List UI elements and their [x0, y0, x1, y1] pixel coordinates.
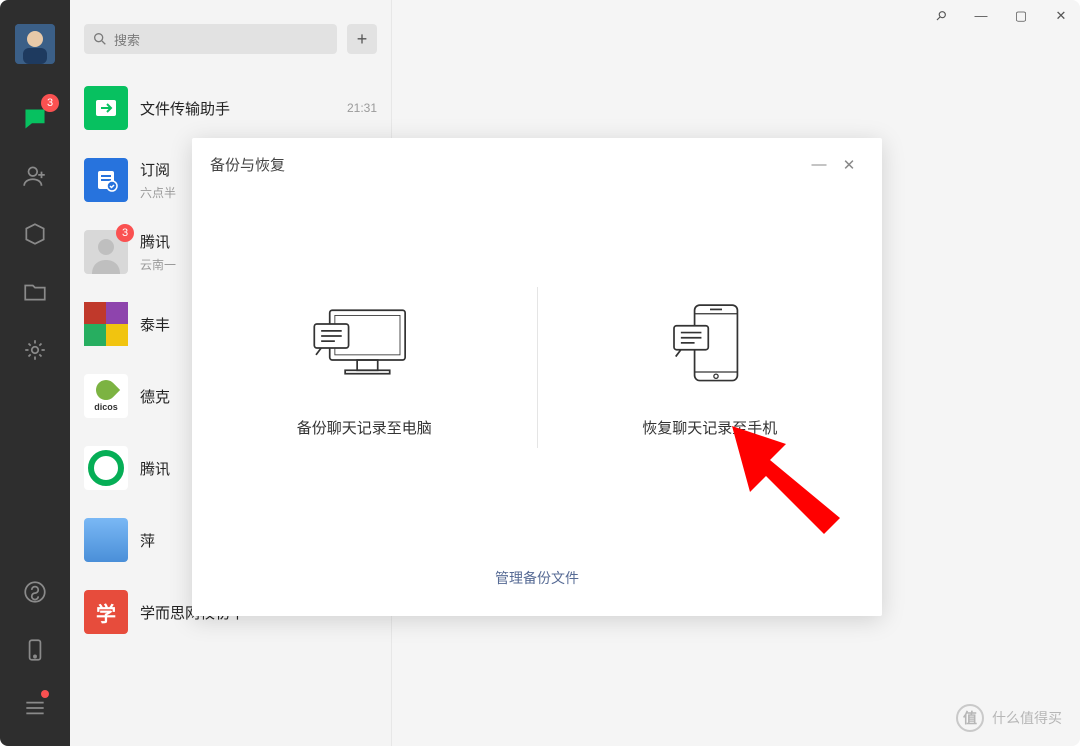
nav-chat-badge: 3 [41, 94, 59, 112]
watermark-text: 什么值得买 [992, 708, 1062, 728]
computer-icon [304, 297, 424, 389]
nav-phone[interactable] [15, 630, 55, 670]
nav-chat[interactable]: 3 [15, 98, 55, 138]
modal-title: 备份与恢复 [210, 154, 285, 175]
chat-avatar-subscription-icon [84, 158, 128, 202]
chat-avatar-file-transfer-icon [84, 86, 128, 130]
chat-time: 21:31 [347, 101, 377, 115]
chat-badge: 3 [116, 224, 134, 242]
backup-restore-modal: 备份与恢复 — ✕ 备份聊天记录至电脑 恢复聊天记录至手机 管理备份文件 [192, 138, 882, 616]
chat-item[interactable]: 文件传输助手 21:31 [70, 72, 391, 144]
modal-header: 备份与恢复 — ✕ [192, 138, 882, 191]
chat-avatar-ring-icon [84, 446, 128, 490]
chat-avatar-default-icon: 3 [84, 230, 128, 274]
chat-avatar-photo-icon [84, 518, 128, 562]
backup-to-computer-option[interactable]: 备份聊天记录至电脑 [192, 287, 538, 448]
modal-footer: 管理备份文件 [192, 544, 882, 616]
watermark-logo-icon: 值 [956, 704, 984, 732]
phone-icon [650, 297, 770, 389]
restore-to-phone-option[interactable]: 恢复聊天记录至手机 [538, 287, 883, 448]
window-close-button[interactable]: ✕ [1052, 8, 1070, 24]
app-window: 3 搜索 + [0, 0, 1080, 746]
chat-title: 文件传输助手 [140, 98, 327, 119]
add-button[interactable]: + [347, 24, 377, 54]
window-minimize-button[interactable]: — [972, 8, 990, 24]
nav-more[interactable] [15, 688, 55, 728]
nav-moments[interactable] [15, 330, 55, 370]
nav-favorites[interactable] [15, 214, 55, 254]
nav-miniprogram[interactable] [15, 572, 55, 612]
window-controls: ⚲ — ▢ ✕ [932, 8, 1070, 24]
search-icon [92, 31, 108, 47]
modal-minimize-button[interactable]: — [804, 156, 834, 173]
chat-avatar-xueersi-icon: 学 [84, 590, 128, 634]
manage-backup-link[interactable]: 管理备份文件 [495, 570, 579, 586]
search-input[interactable]: 搜索 [84, 24, 337, 54]
window-maximize-button[interactable]: ▢ [1012, 8, 1030, 24]
chat-avatar-group-icon [84, 302, 128, 346]
chat-avatar-dicos-icon: dicos [84, 374, 128, 418]
backup-label: 备份聊天记录至电脑 [297, 417, 432, 438]
search-row: 搜索 + [70, 0, 391, 72]
nav-files[interactable] [15, 272, 55, 312]
modal-close-button[interactable]: ✕ [834, 156, 864, 174]
watermark: 值 什么值得买 [956, 704, 1062, 732]
nav-contacts[interactable] [15, 156, 55, 196]
window-pin-button[interactable]: ⚲ [929, 4, 953, 28]
nav-sidebar: 3 [0, 0, 70, 746]
nav-more-dot [41, 690, 49, 698]
restore-label: 恢复聊天记录至手机 [642, 417, 777, 438]
search-placeholder: 搜索 [114, 30, 140, 49]
user-avatar[interactable] [15, 24, 55, 64]
modal-body: 备份聊天记录至电脑 恢复聊天记录至手机 [192, 191, 882, 544]
